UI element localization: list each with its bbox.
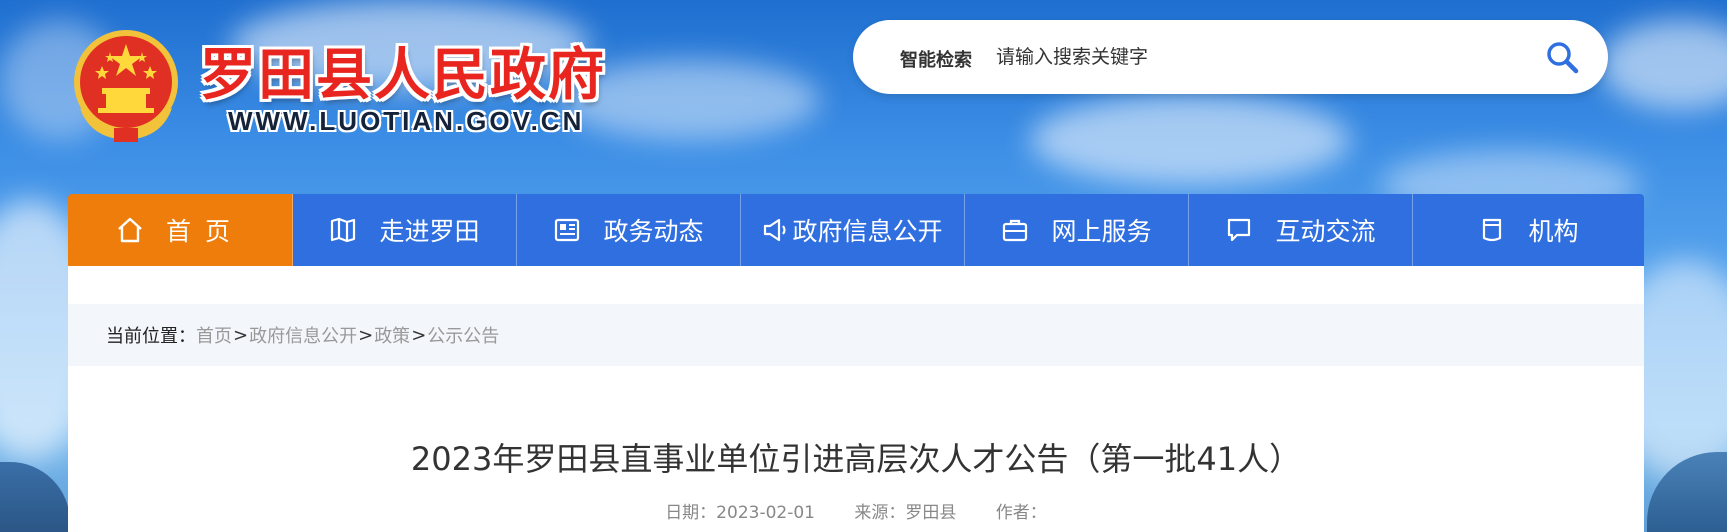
nav-label: 首页 [165, 217, 244, 246]
main-nav: 首页 走进罗田 政务动态 政府信息公开 网上服务 互动交流 机构 [68, 194, 1644, 266]
cup-icon [1478, 216, 1506, 244]
nav-label: 政务动态 [603, 217, 704, 246]
nav-item-about-luotian[interactable]: 走进罗田 [293, 194, 517, 266]
site-url: WWW.LUOTIAN.GOV.CN [228, 106, 585, 136]
map-icon [329, 216, 357, 244]
content-panel: 当前位置： 首页 > 政府信息公开 > 政策 > 公示公告 2023年罗田县直事… [68, 266, 1644, 532]
national-emblem-icon [70, 28, 182, 146]
nav-label: 走进罗田 [379, 217, 480, 246]
breadcrumb-separator: > [358, 324, 374, 346]
site-title: 罗田县人民政府 [200, 42, 606, 108]
breadcrumb-separator: > [411, 324, 427, 346]
breadcrumb-separator: > [233, 324, 249, 346]
nav-label: 政府信息公开 [792, 217, 943, 246]
home-icon [116, 216, 144, 244]
article-source: 来源：罗田县 [854, 503, 957, 523]
article-date: 日期：2023-02-01 [665, 503, 815, 523]
nav-label: 机构 [1528, 217, 1579, 246]
nav-item-government-news[interactable]: 政务动态 [517, 194, 741, 266]
breadcrumb-prefix: 当前位置： [106, 326, 196, 347]
breadcrumb-link[interactable]: 政策 [374, 322, 410, 348]
breadcrumb-link[interactable]: 首页 [196, 322, 232, 348]
briefcase-icon [1001, 216, 1029, 244]
article-author: 作者： [995, 503, 1047, 523]
megaphone-icon [762, 216, 790, 244]
search-input[interactable] [996, 36, 1516, 78]
search-bar: 智能检索 [853, 20, 1608, 94]
nav-item-info-disclosure[interactable]: 政府信息公开 [741, 194, 965, 266]
nav-item-online-services[interactable]: 网上服务 [965, 194, 1189, 266]
breadcrumb-link[interactable]: 公示公告 [427, 322, 499, 348]
breadcrumb-link[interactable]: 政府信息公开 [249, 322, 357, 348]
nav-label: 网上服务 [1051, 217, 1152, 246]
article-title: 2023年罗田县直事业单位引进高层次人才公告（第一批41人） [410, 440, 1302, 478]
nav-item-home[interactable]: 首页 [68, 194, 293, 266]
nav-item-interaction[interactable]: 互动交流 [1189, 194, 1413, 266]
nav-label: 互动交流 [1275, 217, 1376, 246]
nav-item-institutions[interactable]: 机构 [1413, 194, 1644, 266]
search-icon[interactable] [1543, 38, 1583, 78]
breadcrumb: 当前位置： 首页 > 政府信息公开 > 政策 > 公示公告 [68, 304, 1644, 366]
search-label: 智能检索 [900, 50, 972, 71]
chat-icon [1225, 216, 1253, 244]
article-meta: 日期：2023-02-01 来源：罗田县 作者： [68, 498, 1644, 523]
news-icon [553, 216, 581, 244]
